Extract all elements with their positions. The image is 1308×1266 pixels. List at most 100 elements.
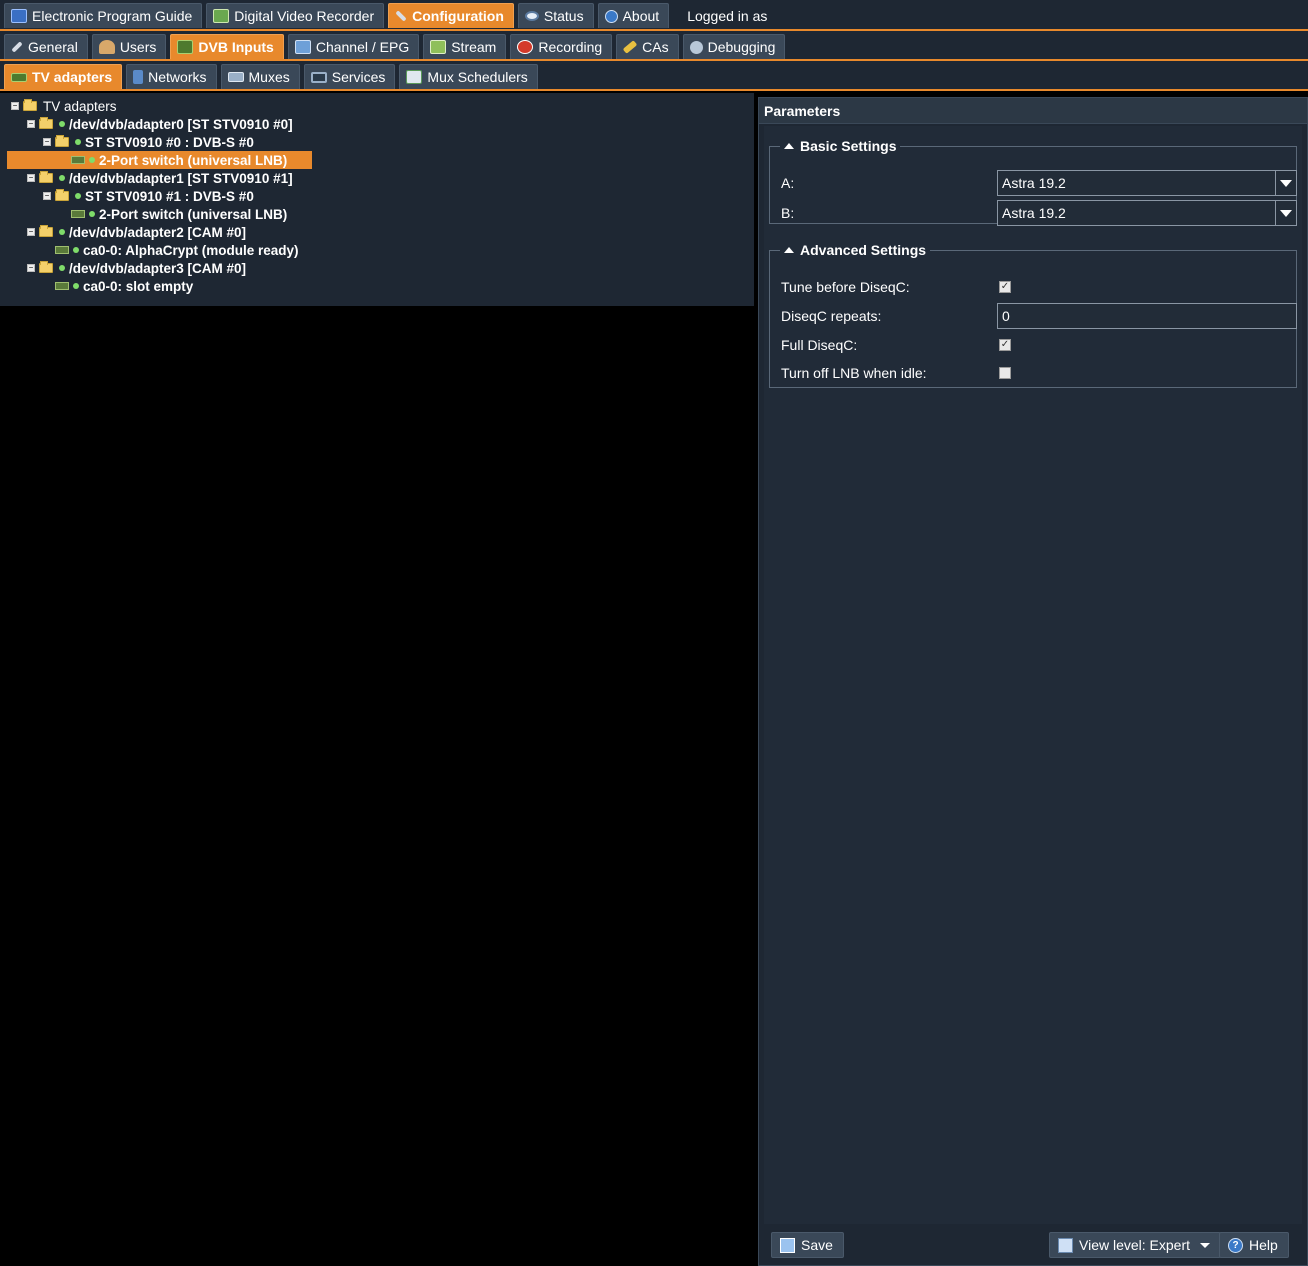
- tv-card-icon: [55, 246, 69, 254]
- mux-icon: [227, 72, 244, 82]
- chevron-down-icon: [1280, 179, 1292, 187]
- tv-card-icon: [71, 210, 85, 218]
- advanced-settings-fieldset: Advanced Settings Tune before DiseqC: ✓ …: [769, 242, 1297, 388]
- info-icon: [604, 9, 618, 23]
- eye-icon: [524, 11, 539, 21]
- diseqc-repeats-label: DiseqC repeats:: [781, 308, 882, 324]
- tree-node-ca2[interactable]: ca0-0: AlphaCrypt (module ready): [0, 241, 754, 259]
- antenna-icon: [133, 70, 144, 84]
- field-full-diseqc: Full DiseqC: ✓: [781, 332, 1286, 358]
- config-tab-bar: General Users DVB Inputs Channel / EPG S…: [0, 31, 1308, 61]
- tree-node-lnb0[interactable]: 2-Port switch (universal LNB): [7, 151, 312, 169]
- stream-icon: [430, 40, 447, 54]
- tab-epg[interactable]: Electronic Program Guide: [4, 3, 203, 28]
- scheduler-icon: [406, 70, 423, 84]
- collapse-icon[interactable]: −: [43, 138, 51, 146]
- tree-node-root[interactable]: − TV adapters: [0, 97, 754, 115]
- tab-dvb-inputs[interactable]: DVB Inputs: [170, 34, 284, 59]
- tab-muxes[interactable]: Muxes: [220, 64, 300, 89]
- field-b: B: Astra 19.2: [781, 200, 1297, 226]
- tab-users[interactable]: Users: [91, 34, 167, 59]
- tv-card-icon: [177, 40, 194, 54]
- status-ok-icon: [59, 121, 65, 127]
- help-button[interactable]: ? Help: [1219, 1232, 1289, 1258]
- save-icon: [780, 1237, 795, 1253]
- rec-icon: [517, 40, 534, 54]
- tab-recording[interactable]: Recording: [510, 34, 613, 59]
- tree-node-adapter2[interactable]: − /dev/dvb/adapter2 [CAM #0]: [0, 223, 754, 241]
- status-ok-icon: [59, 265, 65, 271]
- tab-general[interactable]: General: [4, 34, 88, 59]
- tab-about[interactable]: About: [597, 3, 670, 28]
- tab-tv-adapters[interactable]: TV adapters: [4, 64, 123, 89]
- diseqc-repeats-input[interactable]: 0: [997, 303, 1297, 329]
- tab-channel-epg[interactable]: Channel / EPG: [287, 34, 420, 59]
- field-turn-off-lnb: Turn off LNB when idle:: [781, 360, 1286, 386]
- adapter-tree-panel: − TV adapters − /dev/dvb/adapter0 [ST ST…: [0, 93, 754, 306]
- main-tab-bar: Electronic Program Guide Digital Video R…: [0, 0, 1308, 31]
- status-ok-icon: [75, 139, 81, 145]
- tab-debugging[interactable]: Debugging: [682, 34, 786, 59]
- tree-node-frontend1[interactable]: − ST STV0910 #1 : DVB-S #0: [0, 187, 754, 205]
- parameters-toolbar: Save View level: Expert ? Help: [764, 1228, 1302, 1262]
- help-icon: ?: [1228, 1237, 1243, 1253]
- tune-before-diseqc-label: Tune before DiseqC:: [781, 279, 910, 295]
- tab-services[interactable]: Services: [303, 64, 396, 89]
- field-b-select[interactable]: Astra 19.2: [997, 200, 1297, 226]
- turn-off-lnb-checkbox[interactable]: [999, 367, 1011, 379]
- tab-mux-schedulers[interactable]: Mux Schedulers: [399, 64, 538, 89]
- chevron-down-icon: [1200, 1242, 1211, 1248]
- full-diseqc-checkbox[interactable]: ✓: [999, 339, 1011, 351]
- tv-icon: [294, 40, 311, 54]
- status-ok-icon: [59, 175, 65, 181]
- collapse-icon[interactable]: −: [27, 228, 35, 236]
- tv-card-icon: [71, 156, 85, 164]
- tree-node-adapter3[interactable]: − /dev/dvb/adapter3 [CAM #0]: [0, 259, 754, 277]
- folder-icon: [23, 99, 37, 111]
- tab-status[interactable]: Status: [517, 3, 594, 28]
- save-button[interactable]: Save: [771, 1232, 844, 1258]
- tree-node-adapter0[interactable]: − /dev/dvb/adapter0 [ST STV0910 #0]: [0, 115, 754, 133]
- field-b-label: B:: [781, 205, 795, 221]
- status-ok-icon: [73, 247, 79, 253]
- tab-configuration[interactable]: Configuration: [388, 3, 514, 28]
- dropdown-button[interactable]: [1275, 201, 1296, 225]
- wrench-icon: [395, 10, 407, 22]
- dvb-tab-bar: TV adapters Networks Muxes Services Mux …: [0, 61, 1308, 91]
- logged-in-label: Logged in as: [687, 7, 768, 24]
- tree-node-lnb1[interactable]: 2-Port switch (universal LNB): [0, 205, 754, 223]
- tab-networks[interactable]: Networks: [126, 64, 217, 89]
- collapse-icon[interactable]: −: [27, 120, 35, 128]
- collapse-icon[interactable]: −: [43, 192, 51, 200]
- view-level-button[interactable]: View level: Expert: [1049, 1232, 1222, 1258]
- tree-node-ca3[interactable]: ca0-0: slot empty: [0, 277, 754, 295]
- collapse-icon[interactable]: −: [11, 102, 19, 110]
- folder-icon: [39, 225, 53, 237]
- tv-card-icon: [11, 72, 27, 82]
- tab-stream[interactable]: Stream: [423, 34, 507, 59]
- dropdown-button[interactable]: [1275, 171, 1296, 195]
- tab-cas[interactable]: CAs: [616, 34, 679, 59]
- folder-icon: [39, 117, 53, 129]
- key-icon: [622, 40, 638, 54]
- folder-icon: [55, 189, 69, 201]
- tune-before-diseqc-checkbox[interactable]: ✓: [999, 281, 1011, 293]
- folder-icon: [39, 261, 53, 273]
- collapse-icon[interactable]: −: [27, 264, 35, 272]
- bug-icon: [689, 40, 703, 54]
- collapse-caret-icon[interactable]: [784, 247, 794, 253]
- status-ok-icon: [73, 283, 79, 289]
- tree-node-frontend0[interactable]: − ST STV0910 #0 : DVB-S #0: [0, 133, 754, 151]
- collapse-caret-icon[interactable]: [784, 143, 794, 149]
- status-ok-icon: [89, 157, 95, 163]
- field-a-label: A:: [781, 175, 795, 191]
- tree-node-adapter1[interactable]: − /dev/dvb/adapter1 [ST STV0910 #1]: [0, 169, 754, 187]
- tab-dvr[interactable]: Digital Video Recorder: [206, 3, 385, 28]
- basic-settings-legend[interactable]: Basic Settings: [780, 138, 900, 154]
- status-ok-icon: [59, 229, 65, 235]
- collapse-icon[interactable]: −: [27, 174, 35, 182]
- field-a-select[interactable]: Astra 19.2: [997, 170, 1297, 196]
- parameters-title: Parameters: [759, 98, 1307, 124]
- advanced-settings-legend[interactable]: Advanced Settings: [780, 242, 930, 258]
- field-diseqc-repeats: DiseqC repeats: 0: [781, 303, 1297, 329]
